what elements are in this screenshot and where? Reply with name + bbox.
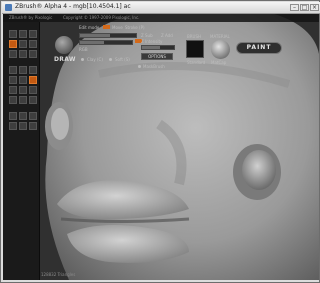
material-name: MatCap <box>211 60 227 65</box>
tool-button[interactable] <box>19 66 27 74</box>
draw-size-slider[interactable] <box>79 33 137 38</box>
app-window: ZBrush® Alpha 4 - mgb[10.4504.1] ac – □ … <box>0 0 320 283</box>
brush-label: BRUSH <box>187 34 201 39</box>
tool-button[interactable] <box>29 40 37 48</box>
move-label: Move <box>112 25 123 30</box>
top-info-bar: ZBrush® by Pixologic Copyright © 1997-20… <box>3 14 319 22</box>
rgb-label: RGB <box>79 47 88 52</box>
tool-button[interactable] <box>29 30 37 38</box>
tool-button[interactable] <box>19 112 27 120</box>
app-name: ZBrush® by Pixologic <box>9 15 53 20</box>
paint-button[interactable]: PAINT <box>236 42 282 54</box>
brush-slot[interactable] <box>186 40 204 58</box>
edit-mode-button[interactable] <box>9 40 17 48</box>
brush-name: Standard <box>187 60 206 65</box>
tool-button[interactable] <box>29 96 37 104</box>
zsub-label: Z Sub <box>141 33 153 38</box>
maximize-button[interactable]: □ <box>300 4 309 11</box>
edit-mode-label: Edit mode <box>79 25 100 30</box>
soft-label: Soft (S) <box>115 57 130 62</box>
title-bar: ZBrush® Alpha 4 - mgb[10.4504.1] ac – □ … <box>2 2 320 14</box>
tool-button[interactable] <box>19 96 27 104</box>
tool-button[interactable] <box>9 30 17 38</box>
tool-button[interactable] <box>19 30 27 38</box>
mask-radio[interactable] <box>138 65 141 68</box>
tool-button[interactable] <box>29 66 37 74</box>
clay-radio[interactable] <box>81 58 84 61</box>
tool-button[interactable] <box>19 40 27 48</box>
window-title: ZBrush® Alpha 4 - mgb[10.4504.1] ac <box>15 3 131 10</box>
options-button[interactable]: OPTIONS <box>141 53 173 60</box>
tool-button[interactable] <box>29 50 37 58</box>
stroke-label: Stroke (P) <box>125 25 145 30</box>
tool-button[interactable] <box>9 96 17 104</box>
tool-shelf <box>3 22 40 280</box>
draw-size-knob[interactable] <box>55 36 73 54</box>
tool-button[interactable] <box>9 122 17 130</box>
tool-button[interactable] <box>29 122 37 130</box>
copyright-text: Copyright © 1997-2009 Pixologic, Inc. <box>63 15 140 20</box>
app-area: ZBrush® by Pixologic Copyright © 1997-20… <box>3 14 319 280</box>
soft-radio[interactable] <box>109 58 112 61</box>
material-label: MATERIAL <box>210 34 230 39</box>
draw-label: DRAW <box>54 56 76 63</box>
close-button[interactable]: × <box>310 4 319 11</box>
tool-button[interactable] <box>19 50 27 58</box>
intensity-label: Z Intensity <box>141 39 163 44</box>
clay-label: Clay (C) <box>87 57 103 62</box>
tool-button[interactable] <box>9 66 17 74</box>
tool-button[interactable] <box>9 76 17 84</box>
tool-button[interactable] <box>9 112 17 120</box>
tool-button[interactable] <box>19 76 27 84</box>
tool-button[interactable] <box>19 122 27 130</box>
tool-button[interactable] <box>29 86 37 94</box>
tool-button[interactable] <box>29 112 37 120</box>
tool-button[interactable] <box>19 86 27 94</box>
edit-toggle[interactable] <box>103 25 110 29</box>
tool-button[interactable] <box>9 50 17 58</box>
status-text: 128832 Triangles <box>41 272 76 277</box>
zadd-label: Z Add <box>161 33 173 38</box>
app-icon <box>5 4 12 11</box>
active-tool-button[interactable] <box>29 76 37 84</box>
tool-button[interactable] <box>9 86 17 94</box>
focal-shift-slider[interactable] <box>79 40 133 45</box>
intensity-slider[interactable] <box>141 45 175 50</box>
material-slot[interactable] <box>211 40 230 59</box>
mask-label: MaskBrush <box>143 64 165 69</box>
minimize-button[interactable]: – <box>290 4 299 11</box>
